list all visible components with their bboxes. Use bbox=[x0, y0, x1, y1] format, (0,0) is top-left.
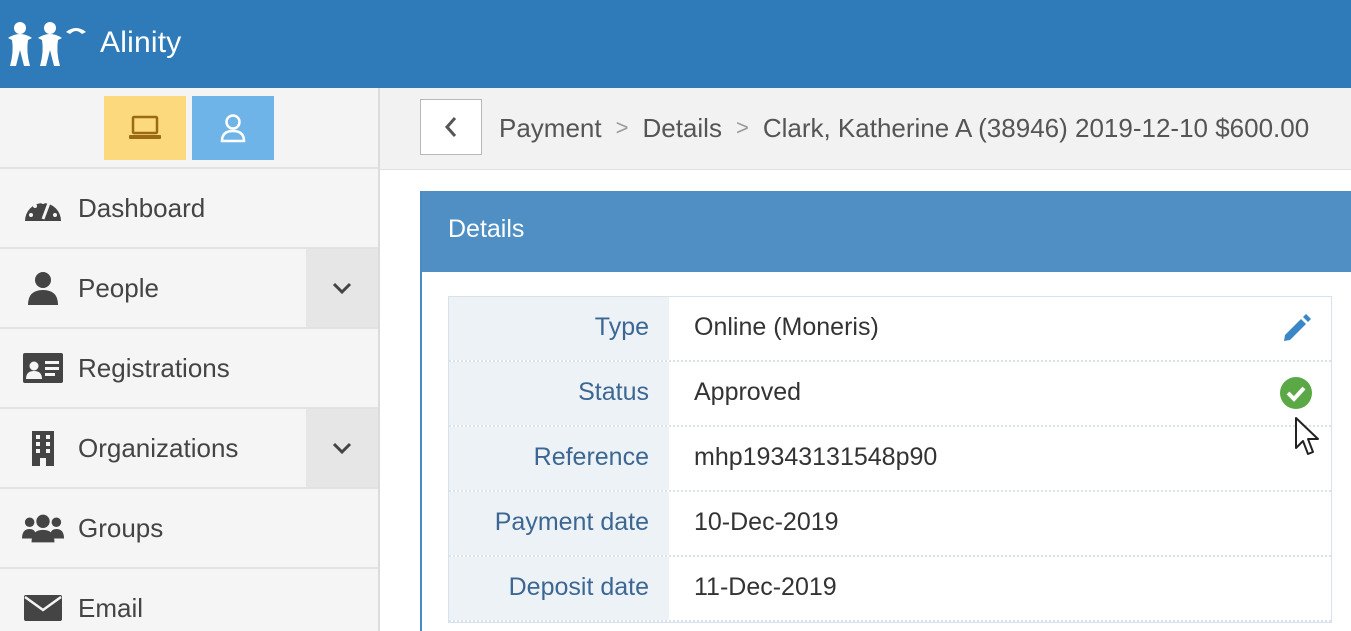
id-card-icon bbox=[22, 351, 64, 385]
breadcrumb-details[interactable]: Details bbox=[642, 113, 721, 143]
sidebar-item-groups[interactable]: Groups bbox=[0, 489, 378, 569]
sidebar-item-email[interactable]: Email bbox=[0, 569, 378, 631]
details-panel: Details Type Online (Moneris) Status App… bbox=[420, 191, 1351, 631]
detail-row-status: Status Approved bbox=[449, 362, 1331, 427]
check-circle-icon bbox=[1279, 376, 1313, 410]
desktop-mode-button[interactable] bbox=[104, 96, 186, 160]
breadcrumb-separator: > bbox=[735, 115, 749, 140]
chevron-down-icon bbox=[332, 442, 352, 454]
row-value: 11-Dec-2019 bbox=[694, 573, 837, 601]
row-value: Online (Moneris) bbox=[694, 313, 879, 341]
sidebar-item-organizations[interactable]: Organizations bbox=[0, 409, 378, 489]
detail-row-deposit-date: Deposit date 11-Dec-2019 bbox=[449, 557, 1331, 622]
detail-row-type: Type Online (Moneris) bbox=[449, 297, 1331, 362]
app-title[interactable]: Alinity bbox=[100, 26, 181, 60]
sidebar: Dashboard People Registrations Organizat… bbox=[0, 88, 380, 631]
laptop-icon bbox=[129, 115, 161, 139]
chevron-down-icon bbox=[332, 282, 352, 294]
chevron-left-icon bbox=[444, 117, 457, 137]
breadcrumb: Payment > Details > Clark, Katherine A (3894… bbox=[499, 113, 1309, 144]
users-group-icon bbox=[22, 511, 64, 545]
user-outline-icon bbox=[220, 114, 246, 143]
top-bar: Alinity bbox=[0, 0, 1351, 88]
breadcrumb-payment[interactable]: Payment bbox=[499, 113, 602, 143]
sidebar-item-label: Registrations bbox=[78, 353, 230, 383]
row-label: Type bbox=[594, 313, 649, 341]
detail-row-payment-date: Payment date 10-Dec-2019 bbox=[449, 492, 1331, 557]
sidebar-item-registrations[interactable]: Registrations bbox=[0, 329, 378, 409]
detail-row-reference: Reference mhp19343131548p90 bbox=[449, 427, 1331, 492]
row-label: Status bbox=[578, 378, 649, 406]
row-label: Deposit date bbox=[508, 573, 649, 601]
mode-switcher bbox=[0, 88, 378, 169]
panel-header: Details bbox=[422, 191, 1351, 272]
sidebar-item-people[interactable]: People bbox=[0, 249, 378, 329]
breadcrumb-bar: Payment > Details > Clark, Katherine A (3894… bbox=[380, 88, 1351, 170]
person-icon bbox=[22, 271, 64, 305]
alinity-logo-icon[interactable] bbox=[6, 20, 90, 68]
sidebar-item-dashboard[interactable]: Dashboard bbox=[0, 169, 378, 249]
details-table: Type Online (Moneris) Status Approved Re… bbox=[448, 296, 1332, 623]
back-button[interactable] bbox=[420, 99, 482, 155]
dashboard-gauge-icon bbox=[22, 191, 64, 225]
building-icon bbox=[22, 431, 64, 466]
row-value: 10-Dec-2019 bbox=[694, 508, 839, 536]
sidebar-item-label: Dashboard bbox=[78, 193, 206, 223]
pencil-edit-icon[interactable] bbox=[1279, 311, 1313, 345]
mouse-cursor-icon bbox=[1294, 416, 1322, 458]
panel-title: Details bbox=[448, 215, 525, 243]
sidebar-item-label: Organizations bbox=[78, 433, 239, 463]
sidebar-item-label: Email bbox=[78, 593, 144, 623]
row-label: Reference bbox=[533, 443, 649, 471]
breadcrumb-separator: > bbox=[615, 115, 629, 140]
organizations-expand-toggle[interactable] bbox=[306, 409, 378, 487]
sidebar-item-label: People bbox=[78, 273, 159, 303]
row-value: Approved bbox=[694, 378, 802, 406]
breadcrumb-current: Clark, Katherine A (38946) 2019-12-10 $6… bbox=[762, 113, 1310, 143]
people-expand-toggle[interactable] bbox=[306, 249, 378, 327]
sidebar-item-label: Groups bbox=[78, 513, 164, 543]
envelope-icon bbox=[22, 591, 64, 625]
row-label: Payment date bbox=[494, 508, 649, 536]
user-mode-button[interactable] bbox=[192, 96, 274, 160]
row-value: mhp19343131548p90 bbox=[694, 443, 938, 471]
